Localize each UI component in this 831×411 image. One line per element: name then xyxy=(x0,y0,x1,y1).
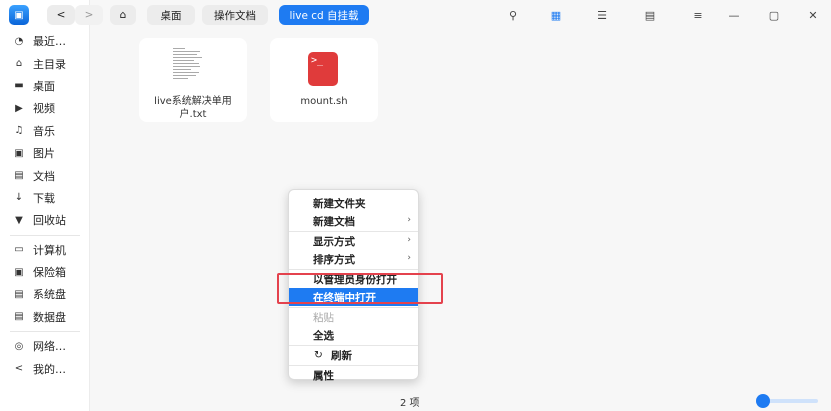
sidebar-item-home[interactable]: ⌂ 主目录 xyxy=(0,52,90,74)
sidebar: ▣ ◔ 最近… ⌂ 主目录 ▬ 桌面 ▶ 视频 ♫ 音乐 ▣ 图片 ▤ 文档 ↓ 下载 ▼ 回收站… xyxy=(0,0,90,411)
sidebar-item-recent[interactable]: ◔ 最近… xyxy=(0,30,90,52)
chevron-left-icon: < xyxy=(56,9,66,21)
menu-item-label: 显示方式 xyxy=(313,235,355,248)
sidebar-item-label: 数据盘 xyxy=(33,310,66,324)
trash-icon: ▼ xyxy=(15,214,23,226)
sidebar-divider xyxy=(10,331,80,333)
sidebar-list: ◔ 最近… ⌂ 主目录 ▬ 桌面 ▶ 视频 ♫ 音乐 ▣ 图片 ▤ 文档 ↓ 下载 ▼ 回收站 ▭… xyxy=(0,30,90,380)
sidebar-item-label: 回收站 xyxy=(33,214,66,228)
sidebar-item-my-shares[interactable]: < 我的… xyxy=(0,357,90,379)
menu-item-label: 刷新 xyxy=(331,349,352,362)
chevron-right-icon: > xyxy=(84,9,94,21)
highlight-annotation-box xyxy=(277,273,443,304)
sidebar-item-downloads[interactable]: ↓ 下载 xyxy=(0,187,90,209)
sidebar-item-label: 主目录 xyxy=(33,57,66,71)
detail-view-icon[interactable]: ▤ xyxy=(643,8,657,22)
sidebar-item-label: 系统盘 xyxy=(33,288,66,302)
music-icon: ♫ xyxy=(14,125,24,137)
breadcrumb-desktop[interactable]: 桌面 xyxy=(147,5,195,25)
chevron-right-icon: › xyxy=(407,253,411,263)
sidebar-item-computer[interactable]: ▭ 计算机 xyxy=(0,239,90,261)
menu-item-select-all[interactable]: 全选 xyxy=(289,326,418,344)
sidebar-item-label: 网络… xyxy=(33,340,66,354)
sidebar-item-safe[interactable]: ▣ 保险箱 xyxy=(0,261,90,283)
chevron-right-icon: › xyxy=(407,215,411,225)
sidebar-item-label: 我的… xyxy=(33,362,66,376)
sidebar-item-label: 保险箱 xyxy=(33,266,66,280)
sidebar-item-system-disk[interactable]: ▤ 系统盘 xyxy=(0,283,90,305)
sidebar-item-label: 桌面 xyxy=(33,79,55,93)
menu-item-properties[interactable]: 属性 xyxy=(289,366,418,384)
menu-item-paste[interactable]: 粘贴 xyxy=(289,308,418,326)
sidebar-item-label: 下载 xyxy=(33,191,55,205)
file-name: mount.sh xyxy=(300,96,348,107)
sidebar-item-label: 文档 xyxy=(33,169,55,183)
back-button[interactable]: < xyxy=(47,5,75,25)
menu-item-label: 排序方式 xyxy=(313,253,355,266)
menu-item-sort-by[interactable]: 排序方式 › xyxy=(289,250,418,268)
sidebar-item-label: 视频 xyxy=(33,102,55,116)
computer-icon: ▭ xyxy=(14,244,24,256)
share-icon: < xyxy=(14,363,24,375)
file-manager-app-icon: ▣ xyxy=(9,5,29,25)
menu-item-new-folder[interactable]: 新建文件夹 xyxy=(289,194,418,212)
sidebar-item-music[interactable]: ♫ 音乐 xyxy=(0,120,90,142)
safe-icon: ▣ xyxy=(14,266,24,278)
home-icon: ⌂ xyxy=(119,9,127,21)
desktop-icon: ▬ xyxy=(14,80,24,92)
maximize-icon[interactable]: ▢ xyxy=(767,8,781,22)
home-icon: ⌂ xyxy=(15,58,23,70)
chevron-right-icon: › xyxy=(407,235,411,245)
menu-item-label: 新建文档 xyxy=(313,215,355,228)
list-view-icon[interactable]: ☰ xyxy=(595,8,609,22)
status-bar: 2 项 xyxy=(90,390,831,411)
picture-icon: ▣ xyxy=(14,147,24,159)
zoom-slider-handle[interactable] xyxy=(756,394,770,408)
download-icon: ↓ xyxy=(14,192,24,204)
sidebar-item-pictures[interactable]: ▣ 图片 xyxy=(0,142,90,164)
sidebar-item-label: 计算机 xyxy=(33,243,66,257)
sidebar-item-trash[interactable]: ▼ 回收站 xyxy=(0,209,90,231)
video-icon: ▶ xyxy=(15,102,23,114)
minimize-icon[interactable]: — xyxy=(727,8,741,22)
sidebar-divider xyxy=(10,234,80,236)
shell-script-icon: >_ xyxy=(308,52,338,86)
text-file-icon xyxy=(173,46,203,84)
sidebar-item-network[interactable]: ◎ 网络… xyxy=(0,335,90,357)
disk-icon: ▤ xyxy=(14,288,24,300)
sidebar-item-data-disk[interactable]: ▤ 数据盘 xyxy=(0,306,90,328)
menu-item-refresh[interactable]: ↻ 刷新 xyxy=(289,346,418,364)
menu-item-new-document[interactable]: 新建文档 › xyxy=(289,212,418,230)
sidebar-item-label: 图片 xyxy=(33,147,55,161)
sidebar-item-documents[interactable]: ▤ 文档 xyxy=(0,164,90,186)
file-item-txt[interactable]: live系统解决单用户.txt xyxy=(139,38,247,122)
close-icon[interactable]: ✕ xyxy=(806,8,820,22)
file-name: live系统解决单用户.txt xyxy=(154,96,232,120)
document-icon: ▤ xyxy=(14,170,24,182)
disk-icon: ▤ xyxy=(14,311,24,323)
item-count: 2 项 xyxy=(400,398,420,409)
search-icon[interactable]: ⚲ xyxy=(506,8,520,22)
menu-icon[interactable]: ≡ xyxy=(691,8,705,22)
breadcrumb-operation-docs[interactable]: 操作文档 xyxy=(202,5,268,25)
refresh-icon: ↻ xyxy=(314,349,323,361)
home-breadcrumb-button[interactable]: ⌂ xyxy=(110,5,136,25)
sidebar-item-desktop[interactable]: ▬ 桌面 xyxy=(0,75,90,97)
network-icon: ◎ xyxy=(14,340,24,352)
forward-button[interactable]: > xyxy=(75,5,103,25)
file-item-sh[interactable]: >_ mount.sh xyxy=(270,38,378,122)
sidebar-item-label: 最近… xyxy=(33,35,66,49)
toolbar: < > ⌂ 桌面 操作文档 live cd 自挂载 ⚲ ▦ ☰ ▤ ≡ — ▢ … xyxy=(47,0,831,30)
clock-icon: ◔ xyxy=(14,35,24,47)
sidebar-item-videos[interactable]: ▶ 视频 xyxy=(0,97,90,119)
menu-item-display-mode[interactable]: 显示方式 › xyxy=(289,232,418,250)
breadcrumb-live-cd[interactable]: live cd 自挂载 xyxy=(279,5,369,25)
sidebar-item-label: 音乐 xyxy=(33,124,55,138)
icon-view-icon[interactable]: ▦ xyxy=(549,8,563,22)
